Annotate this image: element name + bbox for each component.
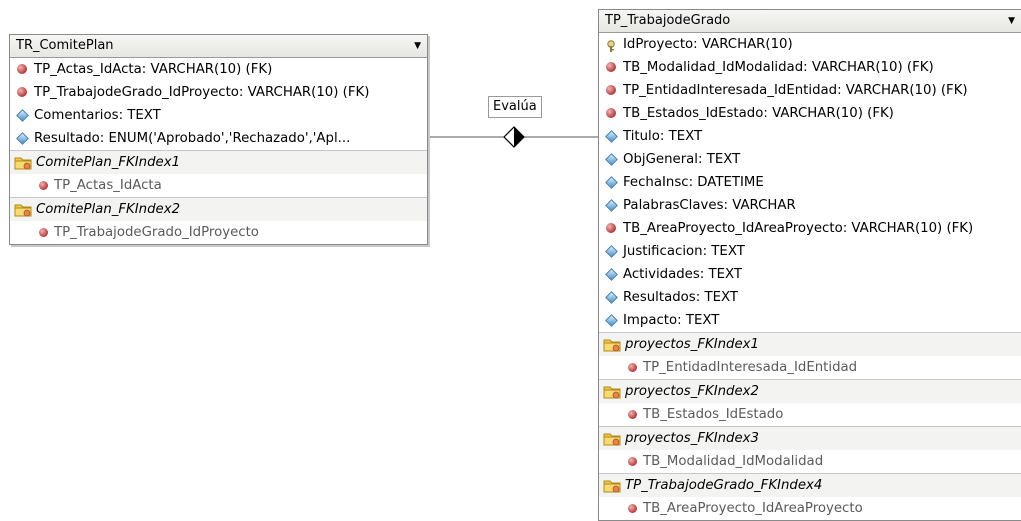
table-title: TR_ComitePlan xyxy=(16,38,114,53)
column-label: Impacto: TEXT xyxy=(623,313,720,328)
attribute-icon xyxy=(605,176,618,189)
foreign-key-icon xyxy=(39,228,48,237)
primary-key-icon xyxy=(605,38,617,52)
table-header[interactable]: TP_TrabajodeGrado ▼ xyxy=(599,10,1021,33)
column-row[interactable]: Actividades: TEXT xyxy=(599,263,1021,286)
table-trabajodegrado[interactable]: TP_TrabajodeGrado ▼ IdProyecto: VARCHAR(… xyxy=(598,9,1021,521)
column-label: TP_EntidadInteresada_IdEntidad: VARCHAR(… xyxy=(623,83,968,98)
column-row[interactable]: IdProyecto: VARCHAR(10) xyxy=(599,33,1021,56)
foreign-key-icon xyxy=(628,363,637,372)
index-folder-icon xyxy=(603,337,621,352)
foreign-key-icon xyxy=(39,181,48,190)
attribute-icon xyxy=(16,109,29,122)
foreign-key-icon xyxy=(628,504,637,513)
column-label: ObjGeneral: TEXT xyxy=(623,152,741,167)
column-row[interactable]: TP_TrabajodeGrado_IdProyecto: VARCHAR(10… xyxy=(10,81,427,104)
index-field-row[interactable]: TP_EntidadInteresada_IdEntidad xyxy=(599,356,1021,379)
column-label: TB_Modalidad_IdModalidad: VARCHAR(10) (F… xyxy=(623,60,934,75)
index-field-label: TB_AreaProyecto_IdAreaProyecto xyxy=(643,501,863,516)
column-row[interactable]: Justificacion: TEXT xyxy=(599,240,1021,263)
column-label: Titulo: TEXT xyxy=(623,129,703,144)
foreign-key-icon xyxy=(628,410,637,419)
column-label: Resultado: ENUM('Aprobado','Rechazado','… xyxy=(34,131,351,146)
column-row[interactable]: Comentarios: TEXT xyxy=(10,104,427,127)
index-row[interactable]: proyectos_FKIndex2 xyxy=(599,379,1021,403)
index-folder-icon xyxy=(603,431,621,446)
dropdown-arrow-icon[interactable]: ▼ xyxy=(414,35,421,57)
column-row[interactable]: Resultados: TEXT xyxy=(599,286,1021,309)
column-label: Comentarios: TEXT xyxy=(34,108,161,123)
index-row[interactable]: proyectos_FKIndex1 xyxy=(599,332,1021,356)
index-row[interactable]: ComitePlan_FKIndex2 xyxy=(10,197,427,221)
column-row[interactable]: TB_AreaProyecto_IdAreaProyecto: VARCHAR(… xyxy=(599,217,1021,240)
foreign-key-icon xyxy=(17,87,27,97)
column-row[interactable]: FechaInsc: DATETIME xyxy=(599,171,1021,194)
column-row[interactable]: TP_EntidadInteresada_IdEntidad: VARCHAR(… xyxy=(599,79,1021,102)
index-name: proyectos_FKIndex2 xyxy=(625,384,759,399)
table-comiteplan[interactable]: TR_ComitePlan ▼ TP_Actas_IdActa: VARCHAR… xyxy=(9,34,428,245)
column-label: Justificacion: TEXT xyxy=(623,244,745,259)
index-folder-icon xyxy=(603,478,621,493)
foreign-key-icon xyxy=(606,223,616,233)
index-field-label: TP_Actas_IdActa xyxy=(54,178,162,193)
column-label: TP_Actas_IdActa: VARCHAR(10) (FK) xyxy=(34,62,273,77)
attribute-icon xyxy=(16,132,29,145)
foreign-key-icon xyxy=(17,64,27,74)
index-name: TP_TrabajodeGrado_FKIndex4 xyxy=(625,478,823,493)
index-field-row[interactable]: TP_TrabajodeGrado_IdProyecto xyxy=(10,221,427,244)
foreign-key-icon xyxy=(606,85,616,95)
column-label: FechaInsc: DATETIME xyxy=(623,175,764,190)
index-row[interactable]: proyectos_FKIndex3 xyxy=(599,426,1021,450)
column-row[interactable]: TP_Actas_IdActa: VARCHAR(10) (FK) xyxy=(10,58,427,81)
dropdown-arrow-icon[interactable]: ▼ xyxy=(1008,10,1015,32)
column-row[interactable]: TB_Modalidad_IdModalidad: VARCHAR(10) (F… xyxy=(599,56,1021,79)
attribute-icon xyxy=(605,268,618,281)
index-name: ComitePlan_FKIndex1 xyxy=(36,155,181,170)
index-name: proyectos_FKIndex1 xyxy=(625,337,759,352)
index-field-label: TP_TrabajodeGrado_IdProyecto xyxy=(54,225,259,240)
attribute-icon xyxy=(605,245,618,258)
foreign-key-icon xyxy=(606,108,616,118)
column-label: Resultados: TEXT xyxy=(623,290,738,305)
relationship-label[interactable]: Evalúa xyxy=(488,96,542,118)
foreign-key-icon xyxy=(606,62,616,72)
column-row[interactable]: Titulo: TEXT xyxy=(599,125,1021,148)
column-label: PalabrasClaves: VARCHAR xyxy=(623,198,796,213)
index-field-row[interactable]: TB_Estados_IdEstado xyxy=(599,403,1021,426)
index-field-row[interactable]: TB_Modalidad_IdModalidad xyxy=(599,450,1021,473)
column-label: TB_Estados_IdEstado: VARCHAR(10) (FK) xyxy=(623,106,894,121)
attribute-icon xyxy=(605,291,618,304)
column-label: TB_AreaProyecto_IdAreaProyecto: VARCHAR(… xyxy=(623,221,974,236)
column-row[interactable]: PalabrasClaves: VARCHAR xyxy=(599,194,1021,217)
index-name: ComitePlan_FKIndex2 xyxy=(36,202,181,217)
index-row[interactable]: ComitePlan_FKIndex1 xyxy=(10,150,427,174)
table-header[interactable]: TR_ComitePlan ▼ xyxy=(10,35,427,58)
column-label: IdProyecto: VARCHAR(10) xyxy=(623,37,793,52)
table-title: TP_TrabajodeGrado xyxy=(605,13,731,28)
column-row[interactable]: TB_Estados_IdEstado: VARCHAR(10) (FK) xyxy=(599,102,1021,125)
index-folder-icon xyxy=(14,202,32,217)
index-folder-icon xyxy=(603,384,621,399)
index-field-label: TB_Estados_IdEstado xyxy=(643,407,784,422)
index-name: proyectos_FKIndex3 xyxy=(625,431,759,446)
attribute-icon xyxy=(605,314,618,327)
index-field-row[interactable]: TP_Actas_IdActa xyxy=(10,174,427,197)
index-field-label: TP_EntidadInteresada_IdEntidad xyxy=(643,360,858,375)
attribute-icon xyxy=(605,153,618,166)
index-row[interactable]: TP_TrabajodeGrado_FKIndex4 xyxy=(599,473,1021,497)
attribute-icon xyxy=(605,199,618,212)
column-label: Actividades: TEXT xyxy=(623,267,743,282)
column-row[interactable]: ObjGeneral: TEXT xyxy=(599,148,1021,171)
attribute-icon xyxy=(605,130,618,143)
foreign-key-icon xyxy=(628,457,637,466)
index-field-label: TB_Modalidad_IdModalidad xyxy=(643,454,824,469)
column-label: TP_TrabajodeGrado_IdProyecto: VARCHAR(10… xyxy=(34,85,370,100)
index-folder-icon xyxy=(14,155,32,170)
column-row[interactable]: Impacto: TEXT xyxy=(599,309,1021,332)
column-row[interactable]: Resultado: ENUM('Aprobado','Rechazado','… xyxy=(10,127,427,150)
